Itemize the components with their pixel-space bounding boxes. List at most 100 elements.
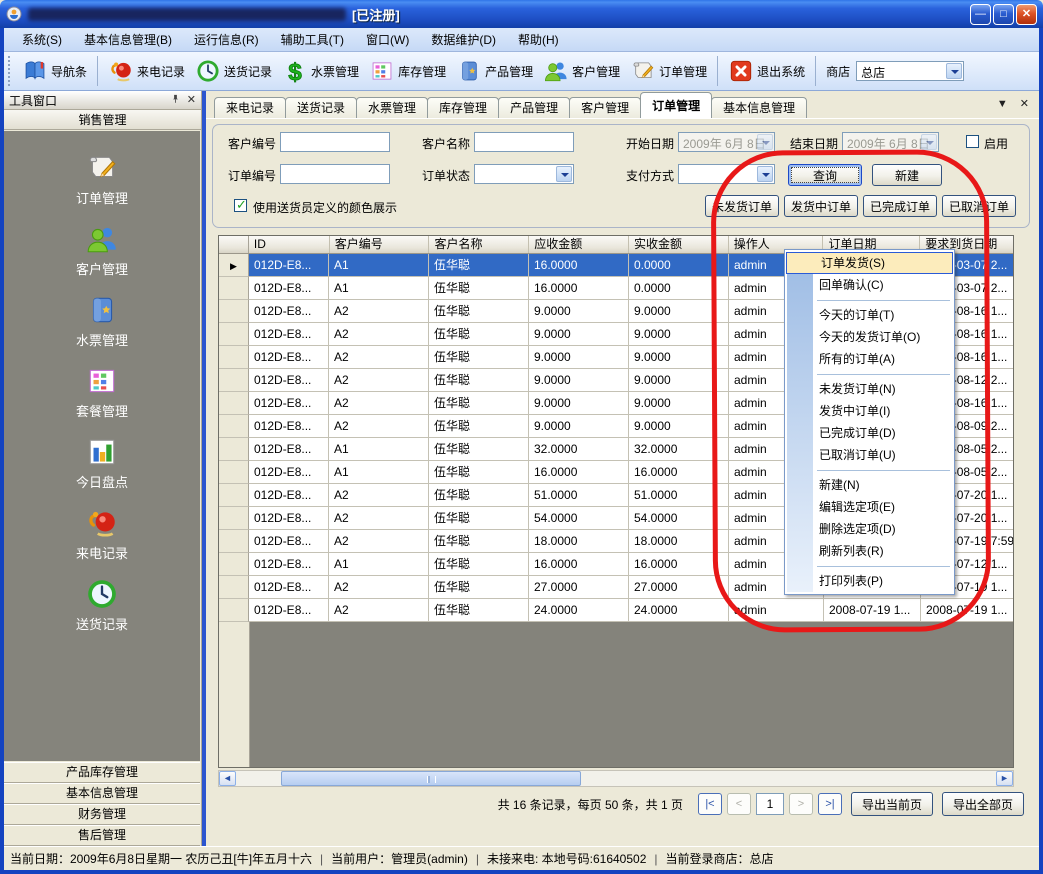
customer-no-input[interactable] bbox=[280, 132, 390, 152]
order-status-filter-button[interactable]: 未发货订单 bbox=[705, 195, 779, 217]
enable-date-checkbox[interactable] bbox=[966, 135, 979, 148]
chevron-down-icon[interactable] bbox=[946, 63, 962, 79]
sidebar-group-sales[interactable]: 销售管理 bbox=[4, 110, 201, 130]
context-menu-item[interactable]: 发货中订单(I) bbox=[785, 400, 954, 422]
sidebar-item[interactable]: 送货记录 bbox=[76, 577, 128, 633]
first-page-button[interactable]: |< bbox=[698, 793, 722, 815]
document-tab[interactable]: 库存管理 bbox=[427, 97, 499, 118]
scroll-left-icon[interactable]: ◄ bbox=[219, 771, 236, 786]
context-menu-item[interactable]: 打印列表(P) bbox=[785, 570, 954, 592]
row-selector-cell[interactable] bbox=[219, 530, 249, 553]
column-header[interactable]: 应收金额 bbox=[528, 236, 628, 253]
document-tab[interactable]: 基本信息管理 bbox=[711, 97, 807, 118]
scroll-right-icon[interactable]: ► bbox=[996, 771, 1013, 786]
end-date-picker[interactable]: 2009年 6月 8日 bbox=[842, 132, 939, 152]
toolbar-button[interactable]: 客户管理 bbox=[539, 56, 624, 86]
customer-name-input[interactable] bbox=[474, 132, 574, 152]
maximize-button[interactable]: □ bbox=[993, 4, 1014, 25]
menu-bar-item[interactable]: 数据维护(D) bbox=[421, 28, 506, 51]
order-no-input[interactable] bbox=[280, 164, 390, 184]
menu-bar-item[interactable]: 辅助工具(T) bbox=[271, 28, 354, 51]
document-tab[interactable]: 送货记录 bbox=[285, 97, 357, 118]
query-button[interactable]: 查询 bbox=[788, 164, 862, 186]
row-selector-cell[interactable] bbox=[219, 277, 249, 300]
context-menu-item[interactable] bbox=[785, 562, 954, 570]
sidebar-group-button[interactable]: 基本信息管理 bbox=[4, 783, 200, 804]
tab-close-icon[interactable]: ✕ bbox=[1020, 98, 1029, 110]
menu-bar-item[interactable]: 运行信息(R) bbox=[184, 28, 269, 51]
chevron-down-icon[interactable] bbox=[757, 166, 773, 182]
start-date-picker[interactable]: 2009年 6月 8日 bbox=[678, 132, 775, 152]
row-selector-cell[interactable] bbox=[219, 576, 249, 599]
export-all-pages-button[interactable]: 导出全部页 bbox=[942, 792, 1024, 816]
context-menu-item[interactable]: 刷新列表(R) bbox=[785, 540, 954, 562]
sidebar-item[interactable]: 今日盘点 bbox=[76, 435, 128, 491]
table-row[interactable]: 012D-E8... A2 伍华聪 24.0000 24.0000 admin … bbox=[219, 599, 1013, 622]
menu-bar-item[interactable]: 系统(S) bbox=[12, 28, 72, 51]
minimize-button[interactable]: — bbox=[970, 4, 991, 25]
row-selector-cell[interactable] bbox=[219, 461, 249, 484]
close-button[interactable]: ✕ bbox=[1016, 4, 1037, 25]
row-selector-cell[interactable] bbox=[219, 438, 249, 461]
order-status-filter-button[interactable]: 已完成订单 bbox=[863, 195, 937, 217]
toolbar-button[interactable]: 导航条 bbox=[18, 56, 91, 86]
document-tab[interactable]: 订单管理 bbox=[640, 92, 712, 118]
next-page-button[interactable]: > bbox=[789, 793, 813, 815]
last-page-button[interactable]: >| bbox=[818, 793, 842, 815]
toolbar-button[interactable]: 订单管理 bbox=[626, 56, 711, 86]
toolbar-grip[interactable] bbox=[8, 56, 14, 86]
sidebar-group-button[interactable]: 售后管理 bbox=[4, 825, 200, 846]
context-menu-item[interactable] bbox=[785, 296, 954, 304]
order-status-filter-button[interactable]: 发货中订单 bbox=[784, 195, 858, 217]
sidebar-group-button[interactable]: 财务管理 bbox=[4, 804, 200, 825]
chevron-down-icon[interactable] bbox=[556, 166, 572, 182]
row-selector-cell[interactable] bbox=[219, 553, 249, 576]
sidebar-item[interactable]: 订单管理 bbox=[76, 151, 128, 207]
column-header[interactable]: ID bbox=[249, 236, 329, 253]
shop-select[interactable]: 总店 bbox=[856, 61, 964, 81]
page-number-input[interactable] bbox=[756, 793, 784, 815]
sidebar-item[interactable]: 来电记录 bbox=[76, 506, 128, 562]
document-tab[interactable]: 水票管理 bbox=[356, 97, 428, 118]
prev-page-button[interactable]: < bbox=[727, 793, 751, 815]
context-menu-item[interactable]: 删除选定项(D) bbox=[785, 518, 954, 540]
context-menu-item[interactable]: 回单确认(C) bbox=[785, 274, 954, 296]
row-selector-cell[interactable] bbox=[219, 300, 249, 323]
row-selector-cell[interactable] bbox=[219, 484, 249, 507]
sidebar-item[interactable]: 客户管理 bbox=[76, 222, 128, 278]
toolbar-button[interactable]: 产品管理 bbox=[452, 56, 537, 86]
column-header[interactable]: 客户名称 bbox=[428, 236, 528, 253]
context-menu-item[interactable] bbox=[785, 466, 954, 474]
context-menu-item[interactable]: 今天的发货订单(O) bbox=[785, 326, 954, 348]
close-icon[interactable]: ✕ bbox=[187, 94, 196, 106]
export-current-page-button[interactable]: 导出当前页 bbox=[851, 792, 933, 816]
row-selector-cell[interactable] bbox=[219, 392, 249, 415]
horizontal-scrollbar[interactable]: ◄ ► bbox=[218, 770, 1014, 787]
column-header[interactable]: 实收金额 bbox=[628, 236, 728, 253]
document-tab[interactable]: 来电记录 bbox=[214, 97, 286, 118]
document-tab[interactable]: 客户管理 bbox=[569, 97, 641, 118]
context-menu-item[interactable]: 已完成订单(D) bbox=[785, 422, 954, 444]
sidebar-item[interactable]: 水票管理 bbox=[76, 293, 128, 349]
row-selector-cell[interactable] bbox=[219, 254, 249, 277]
context-menu-item[interactable]: 订单发货(S) bbox=[786, 252, 953, 274]
payment-method-select[interactable] bbox=[678, 164, 775, 184]
order-status-select[interactable] bbox=[474, 164, 574, 184]
context-menu-item[interactable]: 今天的订单(T) bbox=[785, 304, 954, 326]
new-button[interactable]: 新建 bbox=[872, 164, 942, 186]
menu-bar-item[interactable]: 窗口(W) bbox=[356, 28, 419, 51]
context-menu-item[interactable]: 已取消订单(U) bbox=[785, 444, 954, 466]
row-selector-cell[interactable] bbox=[219, 599, 249, 622]
row-selector-cell[interactable] bbox=[219, 369, 249, 392]
scrollbar-thumb[interactable] bbox=[281, 771, 581, 786]
menu-bar-item[interactable]: 帮助(H) bbox=[508, 28, 569, 51]
exit-system-button[interactable]: 退出系统 bbox=[724, 56, 809, 86]
sidebar-item[interactable]: 套餐管理 bbox=[76, 364, 128, 420]
order-status-filter-button[interactable]: 已取消订单 bbox=[942, 195, 1016, 217]
toolbar-button[interactable]: 送货记录 bbox=[191, 56, 276, 86]
context-menu-item[interactable]: 编辑选定项(E) bbox=[785, 496, 954, 518]
tab-list-dropdown-icon[interactable]: ▼ bbox=[997, 98, 1008, 110]
column-header[interactable]: 客户编号 bbox=[329, 236, 429, 253]
row-selector-cell[interactable] bbox=[219, 507, 249, 530]
context-menu-item[interactable]: 新建(N) bbox=[785, 474, 954, 496]
